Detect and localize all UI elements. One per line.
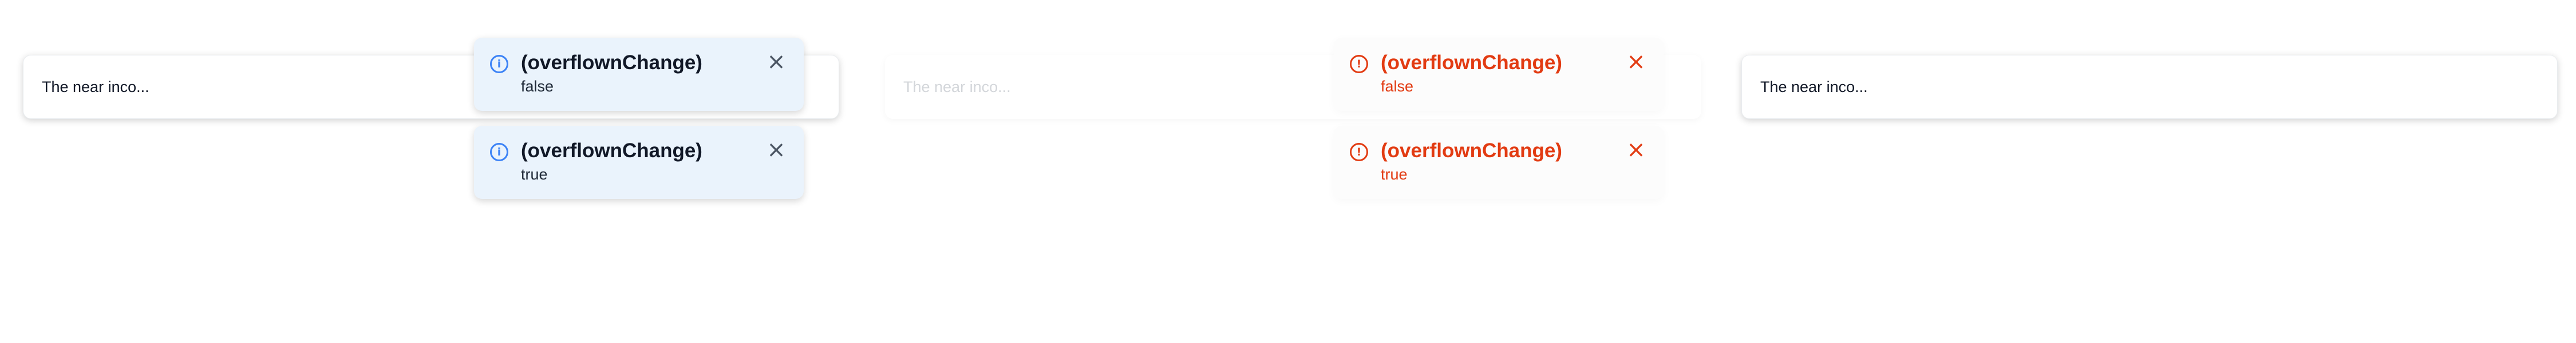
error-icon: ! <box>1350 55 1368 73</box>
info-icon: i <box>490 143 508 161</box>
toast-message: false <box>521 78 554 95</box>
info-toast: i (overflownChange) true × <box>474 126 804 199</box>
card-text: The near inco... <box>42 78 149 95</box>
error-toast: ! (overflownChange) true × <box>1334 126 1664 199</box>
text-card: The near inco... <box>1741 55 2558 119</box>
error-toast: ! (overflownChange) false × <box>1334 38 1664 111</box>
toast-message: true <box>1381 166 1408 183</box>
info-icon: i <box>490 55 508 73</box>
toast-message: true <box>521 166 548 183</box>
toast-message: false <box>1381 78 1414 95</box>
toast-title: (overflownChange) <box>521 139 702 162</box>
card-text: The near inco... <box>903 78 1011 95</box>
toast-title: (overflownChange) <box>1381 51 1562 74</box>
close-icon[interactable]: × <box>1625 50 1647 73</box>
info-toast: i (overflownChange) false × <box>474 38 804 111</box>
close-icon[interactable]: × <box>1625 138 1647 161</box>
toast-title: (overflownChange) <box>1381 139 1562 162</box>
card-text: The near inco... <box>1760 78 1868 95</box>
toast-title: (overflownChange) <box>521 51 702 74</box>
close-icon[interactable]: × <box>765 50 788 73</box>
error-icon: ! <box>1350 143 1368 161</box>
close-icon[interactable]: × <box>765 138 788 161</box>
